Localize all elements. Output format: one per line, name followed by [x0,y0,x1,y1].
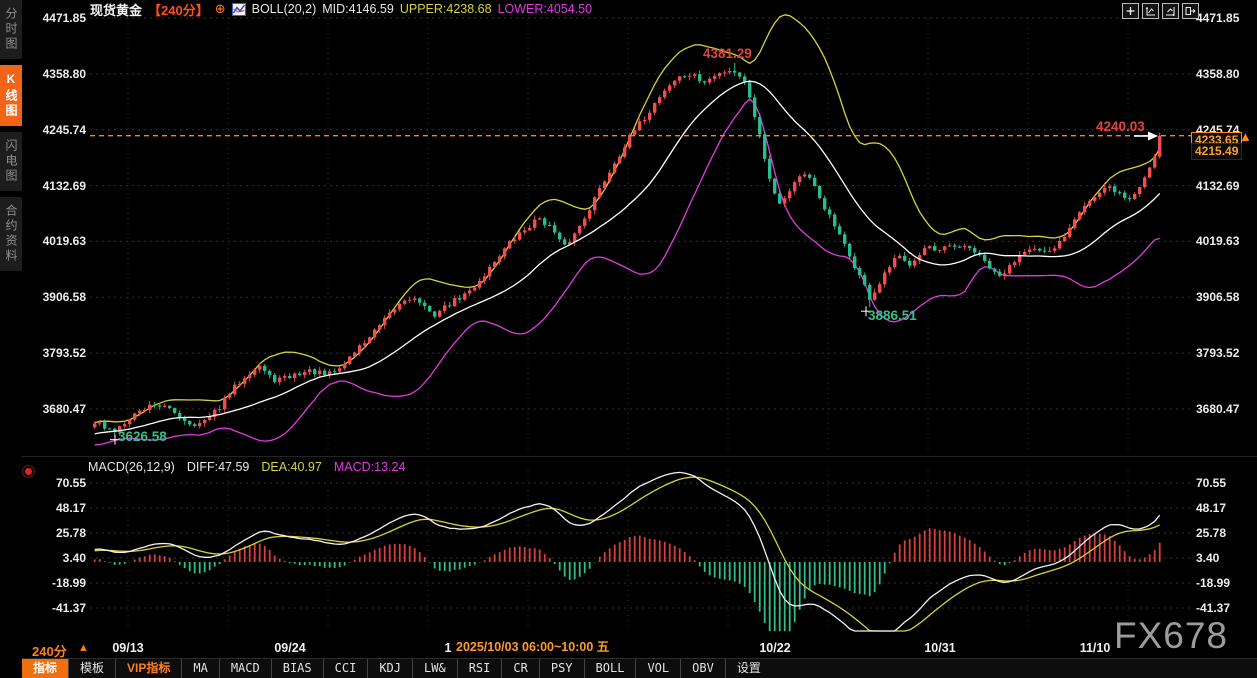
macd-axis-label: 3.40 [1196,551,1220,565]
fit-right-axis-icon[interactable] [1162,3,1179,19]
toolbar-item-lw[interactable]: LW& [412,659,457,678]
macd-value: MACD:13.24 [333,460,406,474]
sidebar-tab-1[interactable]: K线图 [0,65,22,126]
watermark: FX678 [1114,615,1229,656]
bottom-toolbar: 指标 模板 VIP指标 MA MACD BIAS CCI KDJ LW& RSI CR PSY BOLL… [22,658,1257,678]
price-axis-label: 4019.63 [42,234,86,249]
date-tick: 10/22 [759,641,791,655]
toolbar-item-rsi[interactable]: RSI [456,659,502,678]
macd-axis-label: -18.99 [1196,576,1231,590]
exit-right-icon[interactable] [1182,3,1199,19]
macd-label: MACD(26,12,9) [88,460,175,474]
toolbar-item-模板[interactable]: 模板 [68,659,115,678]
price-axis-label: 4132.69 [42,178,86,193]
pan-crosshair-icon[interactable] [1122,3,1139,19]
macd-axis-label: 48.17 [1196,501,1227,515]
date-tick: 09/24 [274,641,306,655]
macd-axis-label: -41.37 [1196,601,1231,615]
peak-high-label: 4381.29 [703,46,752,61]
toolbar-item-vol[interactable]: VOL [635,659,680,678]
price-axis-label: 4245.74 [42,122,86,137]
toolbar-item-设置[interactable]: 设置 [724,659,772,678]
toolbar-item-macd[interactable]: MACD [218,659,271,678]
price-axis-label: 4471.85 [42,11,86,25]
chart-toolbox [1122,3,1199,19]
macd-axis-label: 48.17 [55,501,86,515]
secondary-price-tag: 4215.49 [1191,143,1243,160]
macd-axis-label: 25.78 [55,526,86,540]
chart-canvas[interactable] [0,0,1257,677]
toolbar-item-boll[interactable]: BOLL [583,659,636,678]
boll-label: BOLL(20,2) [251,2,317,16]
date-tick: 10/31 [924,641,956,655]
toolbar-item-vip指标[interactable]: VIP指标 [115,659,181,678]
toolbar-item-ma[interactable]: MA [181,659,218,678]
macd-axis-label: -18.99 [51,576,86,590]
major-low-label: 3886.51 [868,308,917,323]
macd-dea-value: DEA:40.97 [261,460,322,474]
macd-header: MACD(26,12,9) DIFF:47.59 DEA:40.97 MACD:… [88,460,405,474]
session-high-label: 4240.03 [1096,119,1145,134]
sidebar: 分时图 K线图闪电图合约资料 [0,0,22,677]
price-axis-label: 4471.85 [1196,11,1240,25]
date-tick: 09/13 [112,641,144,655]
sidebar-tab-0[interactable]: 分时图 [0,0,22,59]
symbol-title: 现货黄金 [90,2,143,18]
boll-chart-icon [231,2,246,16]
left-low-label: 3626.58 [118,429,167,444]
toolbar-item-cci[interactable]: CCI [322,659,368,678]
indicator-settings-icon[interactable] [25,468,32,475]
sidebar-tab-3[interactable]: 合约资料 [0,197,22,271]
macd-axis-label: 3.40 [62,551,86,565]
price-axis-label: 3680.47 [1196,402,1240,416]
toolbar-item-kdj[interactable]: KDJ [367,659,412,678]
bar-datetime-tooltip: 2025/10/03 06:00~10:00 五 [452,639,614,656]
chart-header: 现货黄金 【240分】 ⊕ BOLL(20,2) MID:4146.59 UPP… [90,0,593,19]
price-axis-label: 4019.63 [1196,234,1240,249]
boll-upper-value: UPPER:4238.68 [399,2,492,16]
period-label[interactable]: 【240分】 [148,0,209,19]
macd-axis-label: -41.37 [51,601,86,615]
sidebar-tab-2[interactable]: 闪电图 [0,132,22,191]
price-axis-label: 4132.69 [1196,178,1240,193]
price-up-arrow-icon: ▲ [1239,129,1252,144]
price-axis-label: 3906.58 [1196,290,1240,305]
add-indicator-icon[interactable]: ⊕ [215,1,226,17]
toolbar-item-psy[interactable]: PSY [538,659,584,678]
price-axis-label: 4358.80 [1196,66,1240,81]
macd-axis-label: 25.78 [1196,526,1227,540]
toolbar-item-cr[interactable]: CR [501,659,538,678]
price-axis-label: 3906.58 [42,290,86,305]
price-axis-label: 3793.52 [1196,346,1240,361]
price-axis-label: 3680.47 [42,402,86,416]
toolbar-item-obv[interactable]: OBV [680,659,725,678]
boll-lower-value: LOWER:4054.50 [497,2,593,16]
price-axis-label: 3793.52 [42,346,86,361]
boll-mid-value: MID:4146.59 [322,2,394,16]
toolbar-item-bias[interactable]: BIAS [270,659,323,678]
toolbar-item-指标[interactable]: 指标 [22,659,69,678]
panel-divider [22,456,1257,457]
macd-axis-label: 70.55 [1196,476,1227,490]
macd-diff-value: DIFF:47.59 [186,460,250,474]
macd-axis-label: 70.55 [55,476,86,490]
price-axis-label: 4358.80 [42,66,86,81]
fit-left-axis-icon[interactable] [1142,3,1159,19]
